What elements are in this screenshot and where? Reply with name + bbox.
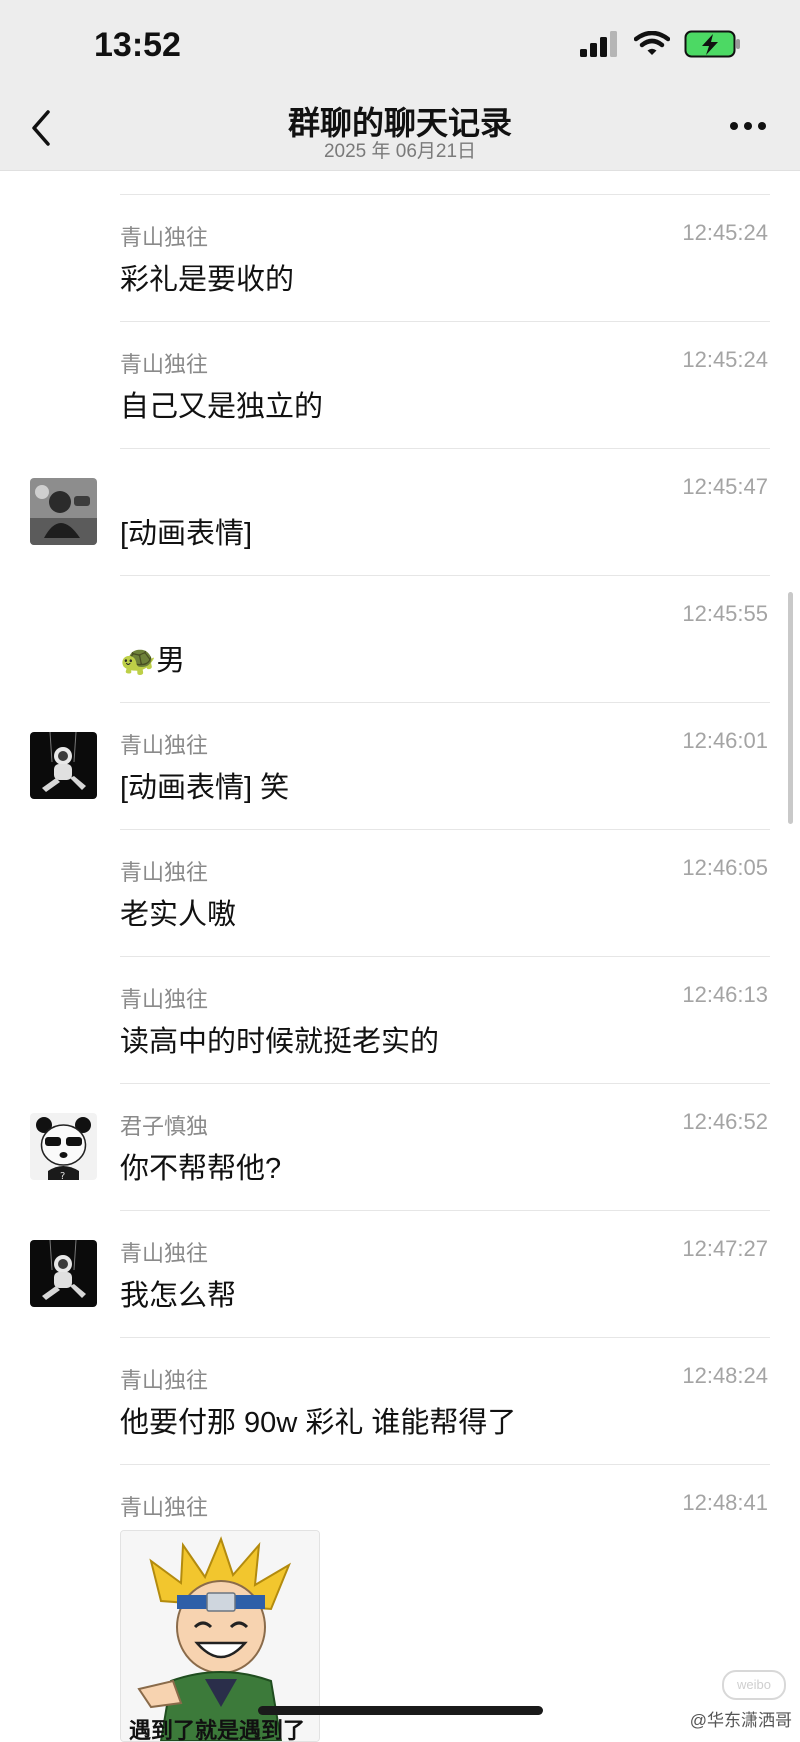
watermark: @华东潇洒哥 — [689, 1711, 792, 1730]
message-text: 彩礼是要收的 — [120, 264, 295, 296]
top-bar: 13:52 群聊的聊天记录 2025 年 06月21日 — [0, 0, 800, 171]
list-item[interactable]: 青山独往 12:46:01 [动画表情] 笑 — [0, 728, 800, 855]
more-options-button[interactable] — [730, 122, 770, 134]
svg-text:?: ? — [60, 1171, 65, 1180]
sender-name: 青山独往 — [120, 733, 209, 758]
message-time: 12:48:41 — [682, 1490, 768, 1515]
message-text: 他要付那 90w 彩礼 谁能帮得了 — [120, 1407, 517, 1439]
message-time: 12:45:55 — [682, 601, 768, 626]
message-time: 12:45:24 — [682, 347, 768, 372]
message-time: 12:48:24 — [682, 1363, 768, 1388]
page-subtitle-date: 2025 年 06月21日 — [323, 141, 477, 162]
scrollbar[interactable] — [788, 592, 793, 824]
list-item[interactable]: 青山独往 12:45:24 彩礼是要收的 — [0, 220, 800, 347]
astronaut-avatar[interactable] — [30, 732, 97, 799]
list-item[interactable]: 12:45:55 🐢男 — [0, 601, 800, 728]
message-time: 12:46:05 — [682, 855, 768, 880]
more-dot-icon — [744, 122, 752, 130]
astronaut-avatar[interactable] — [30, 1240, 97, 1307]
list-item[interactable]: 12:45:47 [动画表情] — [0, 474, 800, 601]
sender-name: 青山独往 — [120, 1241, 209, 1266]
message-text: 🐢男 — [120, 645, 186, 677]
home-indicator[interactable] — [258, 1706, 543, 1715]
message-time: 12:45:24 — [682, 220, 768, 245]
message-time: 12:46:13 — [682, 982, 768, 1007]
divider — [120, 194, 770, 195]
wifi-icon — [634, 31, 670, 55]
message-text: 老实人嗷 — [120, 899, 237, 931]
sender-name: 青山独往 — [120, 987, 209, 1012]
sticker-caption: 遇到了就是遇到了 — [129, 1718, 306, 1742]
status-icons — [580, 30, 742, 58]
more-dot-icon — [730, 122, 738, 130]
battery-charging-icon — [684, 30, 740, 58]
message-text: [动画表情] — [120, 518, 253, 550]
message-time: 12:45:47 — [682, 474, 768, 499]
photo-avatar[interactable] — [30, 478, 97, 545]
weibo-logo: weibo — [722, 1670, 786, 1700]
sender-name: 青山独往 — [120, 352, 209, 377]
list-item[interactable]: 青山独往 12:45:24 自己又是独立的 — [0, 347, 800, 474]
list-item[interactable]: 青山独往 12:48:24 他要付那 90w 彩礼 谁能帮得了 — [0, 1363, 800, 1490]
message-text: 自己又是独立的 — [120, 391, 324, 423]
panda-avatar[interactable]: ? — [30, 1113, 97, 1180]
more-dot-icon — [758, 122, 766, 130]
list-item[interactable]: ? 君子慎独 12:46:52 你不帮帮他? — [0, 1109, 800, 1236]
message-text: 读高中的时候就挺老实的 — [120, 1026, 440, 1058]
message-time: 12:46:52 — [682, 1109, 768, 1134]
sender-name: 君子慎独 — [120, 1114, 209, 1139]
list-item[interactable]: 青山独往 12:47:27 我怎么帮 — [0, 1236, 800, 1363]
message-text: [动画表情] 笑 — [120, 772, 290, 804]
message-text: 我怎么帮 — [120, 1280, 237, 1312]
message-time: 12:46:01 — [682, 728, 768, 753]
sender-name: 青山独往 — [120, 860, 209, 885]
signal-icon — [580, 31, 617, 57]
list-item[interactable]: 青山独往 12:46:05 老实人嗷 — [0, 855, 800, 982]
sender-name: 青山独往 — [120, 1368, 209, 1393]
message-time: 12:47:27 — [682, 1236, 768, 1261]
message-text: 你不帮帮他? — [120, 1153, 282, 1185]
sender-name: 青山独往 — [120, 1495, 209, 1520]
list-item[interactable]: 青山独往 12:46:13 读高中的时候就挺老实的 — [0, 982, 800, 1109]
status-time: 13:52 — [94, 26, 181, 64]
sender-name: 青山独往 — [120, 225, 209, 250]
